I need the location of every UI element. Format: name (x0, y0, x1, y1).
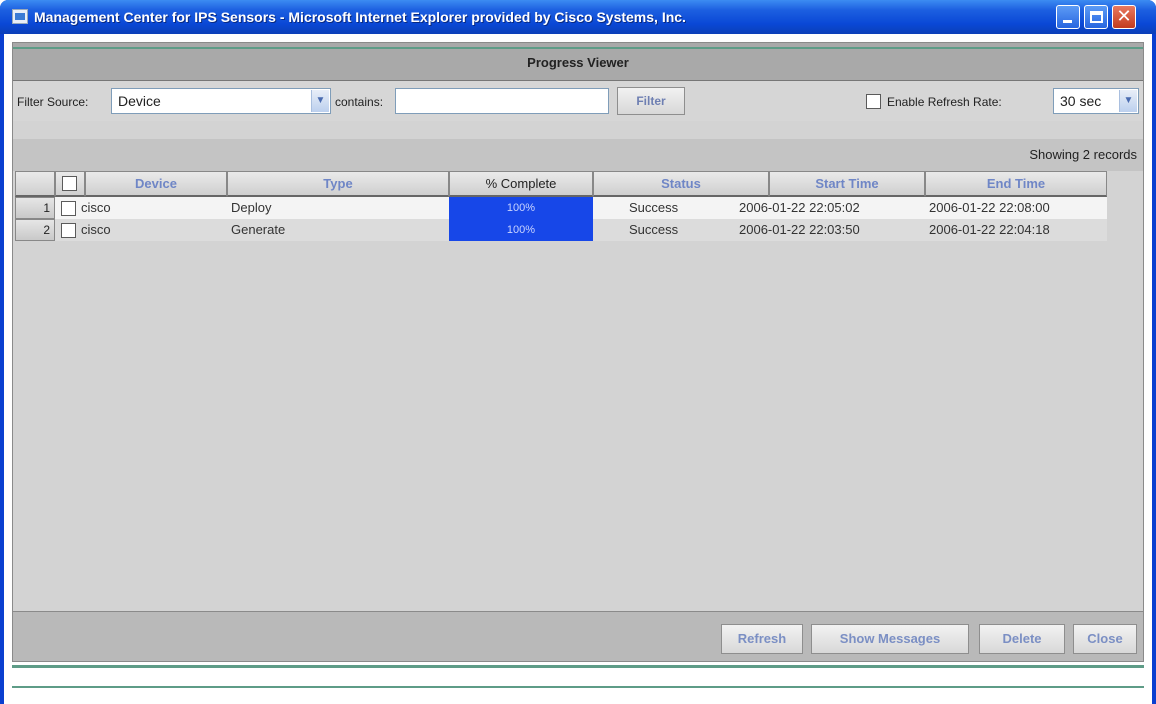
browser-window: Management Center for IPS Sensors - Micr… (0, 0, 1156, 704)
chevron-down-icon[interactable]: ▼ (311, 90, 329, 112)
divider (12, 686, 1144, 688)
row-number-header (15, 171, 55, 197)
filter-source-value: Device (118, 93, 161, 109)
column-header-type[interactable]: Type (227, 171, 449, 197)
filter-toolbar: Filter Source: Device ▼ contains: Filter… (13, 81, 1143, 121)
window-title: Management Center for IPS Sensors - Micr… (34, 9, 686, 25)
start-time-cell: 2006-01-22 22:03:50 (739, 222, 860, 237)
minimize-button[interactable] (1056, 5, 1080, 29)
complete-progress: 100% (449, 197, 593, 219)
records-bar: Showing 2 records (13, 139, 1143, 171)
column-header-end-time[interactable]: End Time (925, 171, 1107, 197)
browser-client-area: Progress Viewer Filter Source: Device ▼ … (4, 34, 1152, 704)
maximize-button[interactable] (1084, 5, 1108, 29)
table-row[interactable]: cisco Deploy 100% Success 2006-01-22 22:… (55, 197, 1107, 219)
refresh-rate-value: 30 sec (1060, 93, 1102, 109)
title-bar[interactable]: Management Center for IPS Sensors - Micr… (0, 0, 1156, 34)
device-cell: cisco (81, 200, 111, 215)
column-header-complete[interactable]: % Complete (449, 171, 593, 197)
table-row[interactable]: cisco Generate 100% Success 2006-01-22 2… (55, 219, 1107, 241)
show-messages-button[interactable]: Show Messages (811, 624, 969, 654)
close-window-button[interactable]: ✕ (1112, 5, 1136, 29)
ie-app-icon (12, 9, 28, 24)
close-button[interactable]: Close (1073, 624, 1137, 654)
status-cell: Success (629, 222, 679, 237)
complete-progress: 100% (449, 219, 593, 241)
enable-refresh-checkbox[interactable] (866, 94, 881, 109)
contains-input[interactable] (395, 88, 609, 114)
row-checkbox[interactable] (61, 223, 76, 238)
device-cell: cisco (81, 222, 111, 237)
contains-label: contains: (335, 95, 384, 109)
action-bar: Refresh Show Messages Delete Close (13, 611, 1143, 661)
close-icon: ✕ (1116, 6, 1132, 27)
column-header-start-time[interactable]: Start Time (769, 171, 925, 197)
row-number: 1 (15, 197, 55, 219)
start-time-cell: 2006-01-22 22:05:02 (739, 200, 860, 215)
progress-viewer-panel: Progress Viewer Filter Source: Device ▼ … (12, 42, 1144, 662)
divider (12, 665, 1144, 668)
type-cell: Deploy (231, 200, 272, 215)
complete-value: 100% (506, 224, 536, 236)
filter-source-label: Filter Source: (17, 95, 89, 109)
chevron-down-icon[interactable]: ▼ (1119, 90, 1137, 112)
type-cell: Generate (231, 222, 286, 237)
maximize-icon (1090, 11, 1103, 23)
column-header-device[interactable]: Device (85, 171, 227, 197)
status-cell: Success (629, 200, 679, 215)
select-all-header (55, 171, 85, 197)
filter-button[interactable]: Filter (617, 87, 685, 115)
row-checkbox[interactable] (61, 201, 76, 216)
refresh-button[interactable]: Refresh (721, 624, 803, 654)
end-time-cell: 2006-01-22 22:08:00 (929, 200, 1050, 215)
viewer-title: Progress Viewer (13, 43, 1143, 81)
minimize-icon (1063, 20, 1072, 23)
refresh-rate-select[interactable]: 30 sec ▼ (1053, 88, 1139, 114)
refresh-rate-label: Enable Refresh Rate: (887, 95, 1002, 109)
records-count: Showing 2 records (1029, 147, 1137, 162)
delete-button[interactable]: Delete (979, 624, 1065, 654)
progress-table: Device Type % Complete Status Start Time… (15, 171, 1141, 611)
column-header-status[interactable]: Status (593, 171, 769, 197)
select-all-checkbox[interactable] (62, 176, 77, 191)
end-time-cell: 2006-01-22 22:04:18 (929, 222, 1050, 237)
row-number: 2 (15, 219, 55, 241)
complete-value: 100% (506, 202, 536, 214)
filter-source-select[interactable]: Device ▼ (111, 88, 331, 114)
